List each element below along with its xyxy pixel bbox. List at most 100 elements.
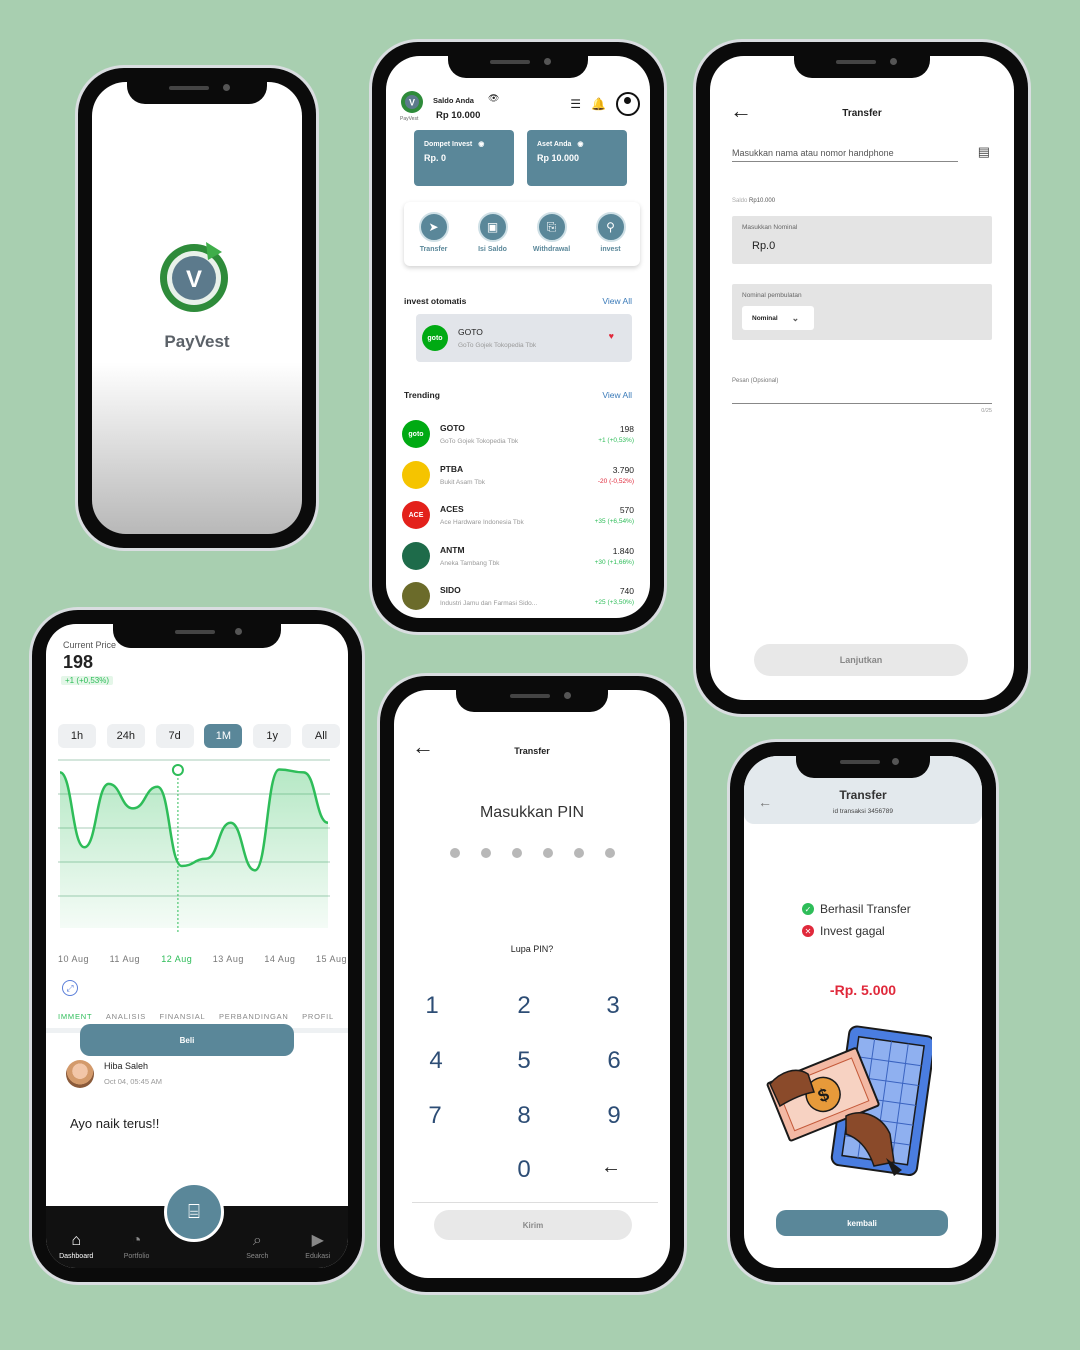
divider [412,1202,658,1203]
stock-change: +30 (+1,66%) [594,558,634,566]
rounding-box: Nominal pembulatan Nominal ⌄ [732,284,992,340]
card-value: Rp 10.000 [537,153,580,163]
menu-icon[interactable]: ☰ [570,97,581,111]
message-label: Pesan (Opsional) [732,378,779,384]
tf-all[interactable]: All [301,724,340,748]
message-input[interactable] [732,403,992,404]
stock-name: Industri Jamu dan Farmasi Sido... [440,600,538,607]
stock-chart-screen: Current Price 198 +1 (+0,53%) 1h 24h 7d … [46,624,348,1268]
pin-screen: ← Transfer Masukkan PIN Lupa PIN? 1 2 3 … [394,690,670,1278]
scan-barcode-icon[interactable]: ⌸ [164,1182,224,1242]
avatar [66,1060,94,1088]
key-1[interactable]: 1 [412,992,452,1020]
action-withdrawal[interactable]: ⎘ Withdrawal [524,212,580,266]
stock-change: +1 (+0,53%) [598,437,634,444]
highlight-point [171,764,184,776]
tf-1m[interactable]: 1M [204,724,243,748]
key-0[interactable]: 0 [504,1156,544,1184]
contact-book-icon[interactable]: ▤ [978,144,990,160]
buy-button[interactable]: Beli [80,1024,294,1056]
goto-logo-icon: goto [422,325,448,351]
action-transfer[interactable]: ➤ Transfer [406,212,462,266]
payvest-logo-icon: V [160,242,228,312]
eye-icon[interactable]: 👁 [488,93,499,104]
key-9[interactable]: 9 [594,1102,634,1130]
tab-analisis[interactable]: ANALISIS [106,1012,146,1021]
auto-invest-item[interactable]: goto GOTO GoTo Gojek Tokopedia Tbk ♥ [416,314,632,362]
nominal-value: Rp.0 [752,240,776,252]
trending-row[interactable]: goto GOTO GoTo Gojek Tokopedia Tbk 198 +1 (+… [402,416,634,452]
card-title: Dompet Invest [424,141,473,148]
continue-button[interactable]: Lanjutkan [754,644,968,676]
key-6[interactable]: 6 [594,1047,634,1075]
key-8[interactable]: 8 [504,1102,544,1130]
stock-change: +25 (+3,50%) [594,599,634,606]
trending-view-all[interactable]: View All [602,390,632,400]
eye-icon: ◉ [478,141,485,148]
topup-icon: ▣ [477,212,508,242]
trending-row[interactable]: PTBA Bukit Asam Tbk 3.790 -20 (-0,52%) [402,457,634,493]
trending-row[interactable]: ANTM Aneka Tambang Tbk 1.840 +30 (+1,66%) [402,538,634,574]
pin-dots [450,848,615,858]
key-2[interactable]: 2 [504,992,544,1020]
back-button[interactable]: kembali [776,1210,948,1236]
tab-perbandingan[interactable]: PERBANDINGAN [219,1012,289,1021]
auto-invest-view-all[interactable]: View All [602,296,632,306]
stock-price: 740 [619,586,634,596]
price-change: +1 (+0,53%) [61,676,114,685]
nominal-label: Masukkan Nominal [742,224,798,231]
trending-row[interactable]: ACE ACES Ace Hardware Indonesia Tbk 570 +35 … [402,497,634,533]
brand-small: PayVest [400,116,419,122]
bell-icon[interactable]: 🔔 [591,97,606,111]
stock-name: Ace Hardware Indonesia Tbk [440,519,524,526]
key-4[interactable]: 4 [416,1047,456,1075]
stock-name: Aneka Tambang Tbk [440,559,500,567]
trending-row[interactable]: SIDO Industri Jamu dan Farmasi Sido... 740… [402,578,634,614]
action-isi-saldo[interactable]: ▣ Isi Saldo [465,212,521,266]
tf-1h[interactable]: 1h [58,724,96,748]
nav-portfolio[interactable]: ◔ Portfolio [112,1232,162,1260]
search-icon: ⌕ [252,1232,262,1249]
stock-logo-icon: ACE [402,501,430,529]
expand-icon[interactable]: ⤢ [62,980,78,996]
key-3[interactable]: 3 [593,992,633,1020]
key-5[interactable]: 5 [504,1047,544,1075]
wallet-invest-card[interactable]: Dompet Invest ◉ Rp. 0 [414,130,514,186]
asset-card[interactable]: Aset Anda ◉ Rp 10.000 [527,130,627,186]
nav-search[interactable]: ⌕ Search [232,1232,282,1260]
pin-dot [481,848,491,858]
app-name: PayVest [164,332,230,351]
stock-price: 198 [619,424,634,434]
tab-profil[interactable]: PROFIL [302,1012,334,1021]
svg-text:V: V [409,98,415,108]
rounding-label: Nominal pembulatan [742,292,802,299]
x-tick-label: 10 Aug [58,954,90,964]
heart-icon[interactable]: ♥ [609,331,614,341]
auto-invest-title: invest otomatis [404,296,467,306]
phone-transfer-form: ← Transfer Masukkan nama atau nomor hand… [696,42,1028,714]
tab-comment[interactable]: IMMENT [58,1012,92,1021]
rounding-select[interactable]: Nominal ⌄ [742,306,814,330]
submit-button[interactable]: Kirim [434,1210,632,1240]
tf-7d[interactable]: 7d [155,724,194,748]
profile-icon[interactable] [616,92,640,116]
stock-logo-icon [402,460,430,489]
x-tick-label: 11 Aug [109,954,140,964]
key-7[interactable]: 7 [415,1102,455,1130]
nominal-input[interactable]: Masukkan Nominal Rp.0 [732,216,992,264]
page-title: Transfer [842,108,882,119]
recipient-input[interactable]: Masukkan nama atau nomor handphone [732,148,958,162]
backspace-key[interactable]: ← [591,1156,631,1179]
pin-dot [574,848,584,858]
video-icon: ▶ [311,1232,324,1249]
current-price: 198 [63,652,94,672]
tab-finansial[interactable]: FINANSIAL [160,1012,206,1021]
nav-edukasi[interactable]: ▶ Edukasi [293,1230,343,1260]
action-invest[interactable]: ⚲ invest [583,212,639,266]
tf-24h[interactable]: 24h [106,724,145,748]
forgot-pin-link[interactable]: Lupa PIN? [394,944,670,954]
nav-dashboard[interactable]: ⌂ Dashboard [51,1232,101,1260]
stock-logo-icon [402,541,430,570]
payvest-logo-icon: V [401,91,423,113]
tf-1y[interactable]: 1y [253,724,292,748]
